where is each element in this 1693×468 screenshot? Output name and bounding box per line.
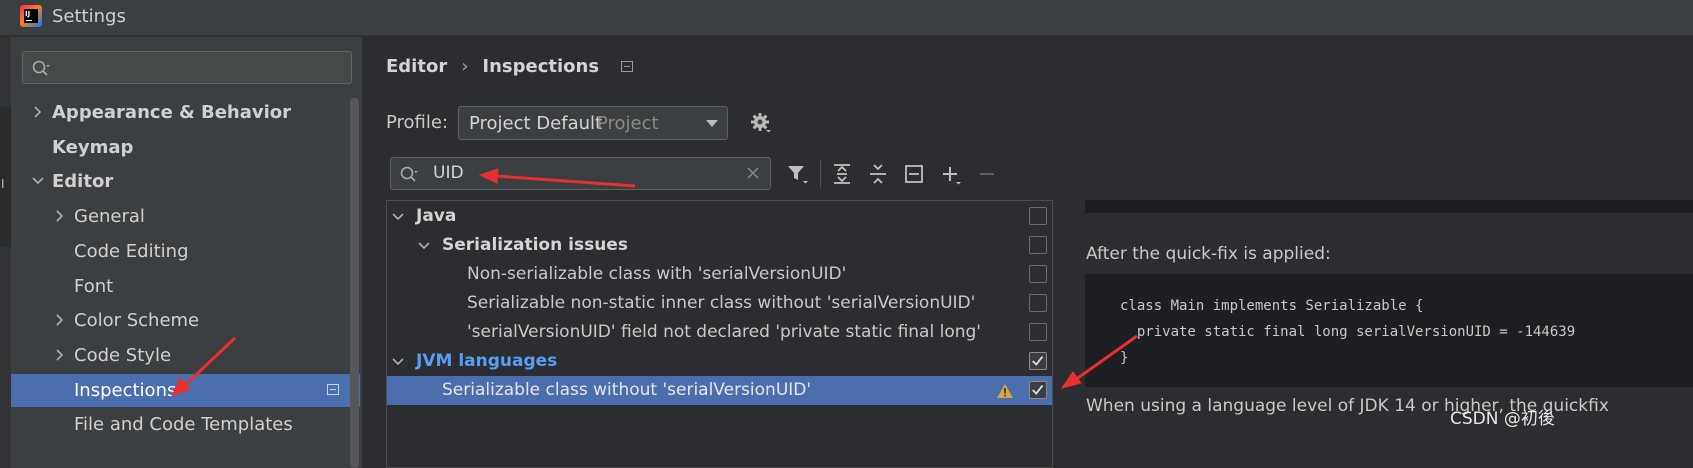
chevron-down-icon — [706, 120, 718, 127]
chevron-down-icon[interactable] — [392, 356, 404, 368]
sidebar-item-color-scheme[interactable]: Color Scheme — [74, 305, 199, 335]
code-example-prev — [1085, 200, 1693, 213]
breadcrumb-editor[interactable]: Editor — [386, 56, 447, 77]
intellij-logo-icon: IJ — [20, 5, 42, 27]
inspection-checkbox[interactable] — [1029, 323, 1047, 341]
sidebar-item-label: Code Style — [74, 344, 172, 366]
window-title: Settings — [52, 6, 126, 27]
sidebar-item-general[interactable]: General — [74, 201, 145, 231]
sidebar-item-keymap[interactable]: Keymap — [52, 132, 133, 162]
code-line: } — [1120, 350, 1129, 366]
breadcrumb-separator: › — [461, 56, 469, 77]
profile-scope: Project — [597, 113, 659, 134]
profile-label: Profile: — [386, 112, 449, 133]
chevron-right-icon[interactable] — [54, 210, 66, 222]
collapse-all-icon[interactable] — [866, 162, 890, 186]
code-line: class Main implements Serializable { — [1120, 298, 1424, 314]
profile-value: Project Default — [469, 113, 603, 134]
search-icon — [32, 60, 50, 76]
chevron-right-icon[interactable] — [54, 314, 66, 326]
sidebar-item-appearance-behavior[interactable]: Appearance & Behavior — [52, 97, 291, 127]
remove-icon[interactable] — [976, 162, 1000, 186]
inspection-checkbox[interactable] — [1029, 294, 1047, 312]
sidebar-item-label: Color Scheme — [74, 309, 200, 331]
check-icon — [1032, 385, 1044, 395]
project-scope-icon — [327, 384, 339, 395]
inspection-label: 'serialVersionUID' field not declared 'p… — [467, 322, 981, 342]
chevron-right-icon[interactable] — [54, 349, 66, 361]
edge-char: I — [1, 177, 5, 191]
left-edge-strip: I — [0, 37, 11, 468]
project-scope-icon — [621, 61, 634, 72]
sidebar-item-label: Inspections — [74, 379, 177, 401]
sidebar-item-file-and-code-templates[interactable]: File and Code Templates — [74, 409, 293, 439]
inspection-checkbox[interactable] — [1029, 207, 1047, 225]
breadcrumb: Editor › Inspections — [386, 56, 634, 77]
sidebar-item-font[interactable]: Font — [74, 271, 113, 301]
sidebar-item-inspections[interactable]: Inspections — [74, 375, 176, 405]
sidebar-item-label: General — [74, 205, 145, 227]
inspection-label: Serializable non-static inner class with… — [467, 293, 976, 313]
inspection-label: Non-serializable class with 'serialVersi… — [467, 264, 847, 284]
chevron-down-icon[interactable] — [32, 175, 44, 187]
code-example: class Main implements Serializable { pri… — [1085, 274, 1693, 387]
profile-dropdown[interactable]: Project Default Project — [458, 106, 728, 140]
inspection-checkbox[interactable] — [1029, 265, 1047, 283]
sidebar-item-code-style[interactable]: Code Style — [74, 340, 171, 370]
title-bar: IJ Settings — [0, 0, 1693, 36]
reset-icon[interactable] — [902, 162, 926, 186]
settings-search-input[interactable] — [22, 51, 352, 84]
add-icon[interactable] — [940, 162, 964, 186]
search-icon — [400, 166, 418, 182]
sidebar-selection-highlight — [11, 374, 360, 407]
sidebar-item-label: Editor — [52, 170, 114, 192]
code-line: private static final long serialVersionU… — [1120, 324, 1576, 340]
inspection-row[interactable] — [387, 202, 1052, 231]
check-icon — [1032, 356, 1044, 366]
chevron-right-icon[interactable] — [32, 106, 44, 118]
filter-value: UID — [433, 163, 464, 183]
sidebar-scrollbar[interactable] — [350, 98, 359, 468]
clear-icon[interactable] — [746, 166, 760, 180]
sidebar-item-label: File and Code Templates — [74, 413, 293, 435]
inspection-label: Serializable class without 'serialVersio… — [442, 380, 812, 400]
after-fix-label: After the quick-fix is applied: — [1086, 244, 1331, 264]
chevron-down-icon[interactable] — [418, 240, 430, 252]
filter-icon[interactable] — [786, 162, 810, 186]
sidebar-item-editor[interactable]: Editor — [52, 166, 113, 196]
inspection-label: JVM languages — [416, 351, 558, 371]
breadcrumb-inspections: Inspections — [482, 56, 600, 77]
sidebar-item-code-editing[interactable]: Code Editing — [74, 236, 189, 266]
inspection-checkbox[interactable] — [1029, 381, 1047, 399]
chevron-down-icon[interactable] — [392, 211, 404, 223]
inspection-label: Serialization issues — [442, 235, 628, 255]
sidebar-item-label: Keymap — [52, 136, 134, 158]
warning-icon — [997, 384, 1013, 398]
gear-icon[interactable] — [750, 112, 772, 134]
expand-all-icon[interactable] — [830, 162, 854, 186]
inspection-checkbox[interactable] — [1029, 236, 1047, 254]
sidebar-item-label: Code Editing — [74, 240, 189, 262]
sidebar-item-label: Appearance & Behavior — [52, 101, 292, 123]
sidebar-item-label: Font — [74, 275, 114, 297]
watermark: CSDN @初後 — [1450, 409, 1555, 429]
inspection-filter-input[interactable]: UID — [390, 157, 771, 190]
inspection-checkbox[interactable] — [1029, 352, 1047, 370]
inspection-label: Java — [416, 206, 457, 226]
